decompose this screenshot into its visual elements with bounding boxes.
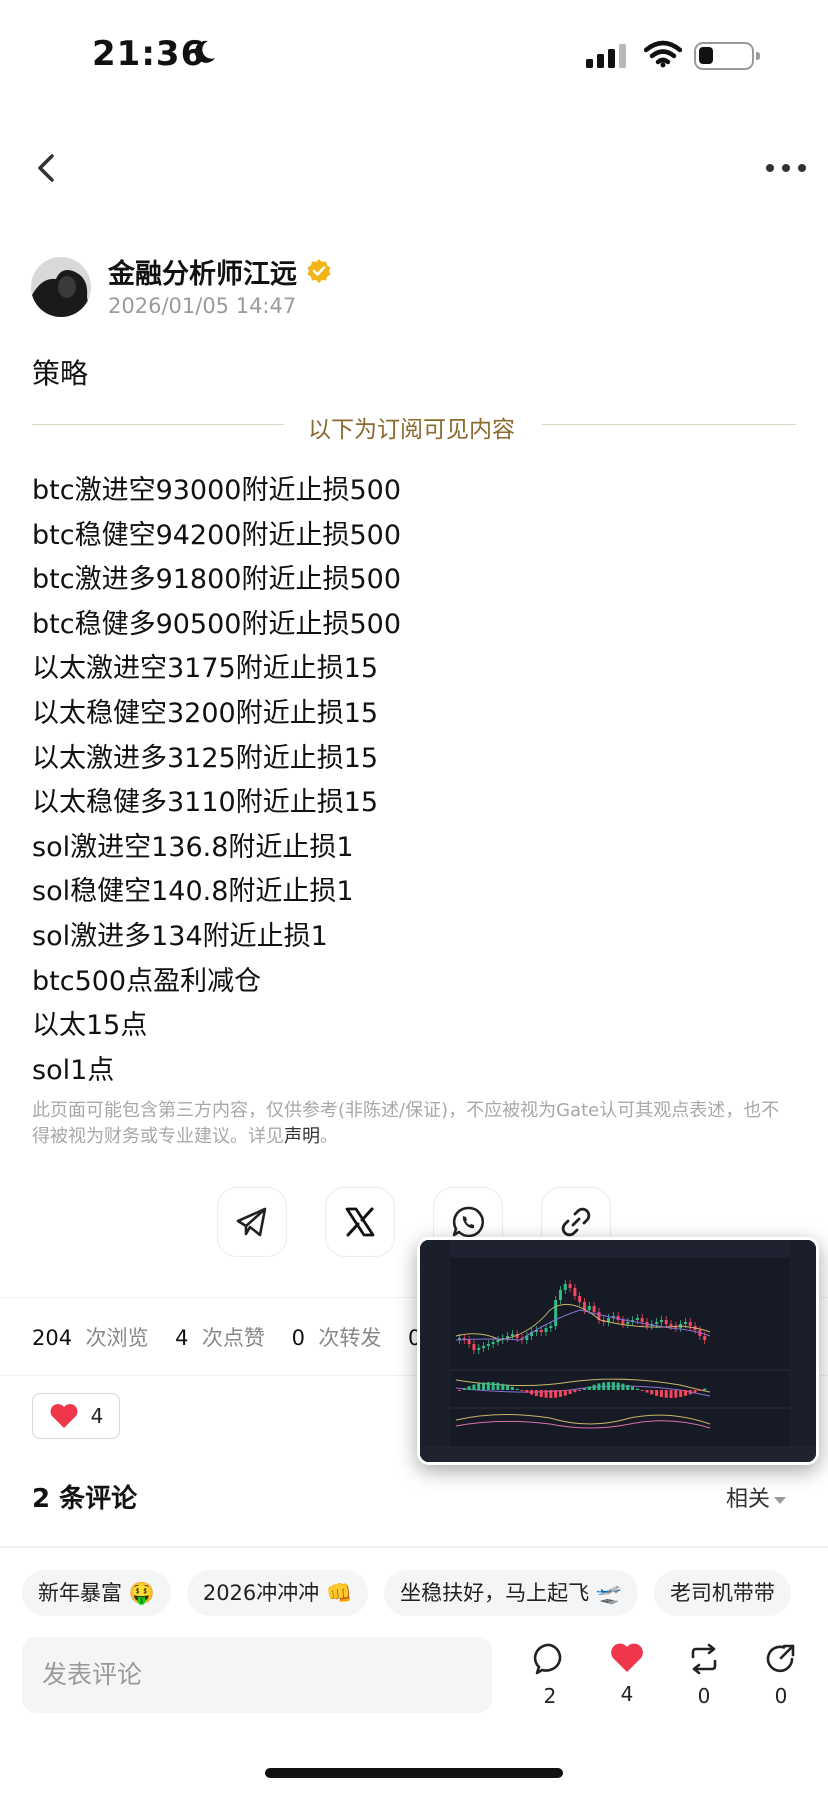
like-action[interactable]: 4 — [602, 1642, 652, 1706]
heart-icon — [50, 1404, 78, 1428]
comments-sort-dropdown[interactable]: 相关 — [726, 1481, 787, 1513]
likes-label: 次点赞 — [201, 1326, 265, 1350]
repost-count: 0 — [697, 1684, 711, 1708]
post-line: btc稳健多90500附近止损500 — [32, 608, 401, 640]
post-line: btc激进多91800附近止损500 — [32, 564, 401, 596]
post-line: btc稳健空94200附近止损500 — [32, 519, 401, 551]
like-count: 4 — [90, 1404, 104, 1428]
post-line: 以太15点 — [32, 1010, 148, 1042]
disclaimer-end: 。 — [320, 1126, 338, 1147]
telegram-icon — [236, 1207, 267, 1237]
likes-count: 4 — [175, 1326, 189, 1350]
share-action[interactable]: 0 — [756, 1642, 806, 1708]
post-timestamp: 2026/01/05 14:47 — [108, 294, 297, 318]
status-time: 21:36 — [92, 34, 206, 74]
post-line: sol1点 — [32, 1054, 115, 1086]
quick-reply-tag[interactable]: 坐稳扶好，马上起飞 🛫 — [384, 1570, 638, 1616]
quick-reply-tags: 新年暴富 🤑 2026冲冲冲 👊 坐稳扶好，马上起飞 🛫 老司机带带 — [22, 1570, 791, 1616]
quick-reply-tag[interactable]: 新年暴富 🤑 — [22, 1570, 171, 1616]
more-dots-icon[interactable] — [762, 158, 810, 178]
floating-chart-window[interactable] — [417, 1237, 819, 1465]
candlestick-chart-image — [420, 1240, 816, 1462]
like-button[interactable]: 4 — [32, 1393, 120, 1439]
comment-count: 2 — [543, 1684, 557, 1708]
sort-label: 相关 — [726, 1487, 771, 1512]
reposts-label: 次转发 — [318, 1326, 382, 1350]
comment-action[interactable]: 2 — [525, 1642, 575, 1708]
post-line: btc激进空93000附近止损500 — [32, 475, 401, 506]
post-line: 以太激进空3175附近止损15 — [32, 653, 379, 685]
caret-down-icon — [774, 1496, 787, 1504]
x-icon — [345, 1207, 375, 1237]
post-line: 以太激进多3125附近止损15 — [32, 742, 379, 774]
post-line: 以太稳健空3200附近止损15 — [32, 697, 379, 729]
repost-action[interactable]: 0 — [679, 1642, 729, 1708]
views-count: 204 — [32, 1326, 73, 1350]
like-count: 4 — [620, 1682, 634, 1706]
chevron-left-icon[interactable] — [28, 148, 68, 188]
avatar[interactable] — [31, 257, 91, 317]
comment-input[interactable]: 发表评论 — [22, 1637, 492, 1713]
post-line: btc500点盈利减仓 — [32, 965, 262, 997]
battery-icon — [694, 42, 760, 70]
verified-badge-icon — [307, 259, 331, 283]
share-arrow-icon — [766, 1644, 795, 1673]
reposts-count: 0 — [291, 1326, 305, 1350]
post-content: btc激进空93000附近止损500 btc稳健空94200附近止损500 bt… — [32, 469, 401, 1093]
comments-title: 2 条评论 — [32, 1484, 138, 1514]
home-indicator[interactable] — [265, 1768, 563, 1778]
heart-icon — [611, 1643, 643, 1672]
views-label: 次浏览 — [85, 1326, 149, 1350]
post-stats: 204 次浏览 4 次点赞 0 次转发 0 次 — [32, 1322, 456, 1352]
post-line: sol激进空136.8附近止损1 — [32, 831, 354, 863]
repost-icon — [691, 1643, 717, 1675]
share-x-button[interactable] — [325, 1187, 395, 1257]
divider — [0, 1546, 828, 1548]
comment-bubble-icon — [533, 1643, 562, 1675]
wifi-icon — [644, 40, 682, 68]
share-telegram-button[interactable] — [217, 1187, 287, 1257]
disclaimer-text: 此页面可能包含第三方内容，仅供参考(非陈述/保证)，不应被视为Gate认可其观点… — [32, 1100, 780, 1147]
quick-reply-tag[interactable]: 2026冲冲冲 👊 — [186, 1570, 369, 1616]
author-name[interactable]: 金融分析师江远 — [108, 252, 297, 291]
quick-reply-tag[interactable]: 老司机带带 — [653, 1570, 791, 1616]
post-line: sol激进多134附近止损1 — [32, 920, 328, 952]
subscriber-divider-label: 以下为订阅可见内容 — [308, 417, 515, 443]
moon-icon — [194, 40, 215, 63]
disclaimer: 此页面可能包含第三方内容，仅供参考(非陈述/保证)，不应被视为Gate认可其观点… — [32, 1098, 782, 1150]
signal-icon — [586, 44, 626, 68]
whatsapp-icon — [452, 1206, 485, 1238]
post-title: 策略 — [32, 357, 89, 390]
post-line: 以太稳健多3110附近止损15 — [32, 787, 379, 819]
disclaimer-link[interactable]: 声明 — [284, 1126, 320, 1147]
link-icon — [561, 1207, 591, 1237]
post-line: sol稳健空140.8附近止损1 — [32, 876, 354, 908]
share-count: 0 — [774, 1684, 788, 1708]
